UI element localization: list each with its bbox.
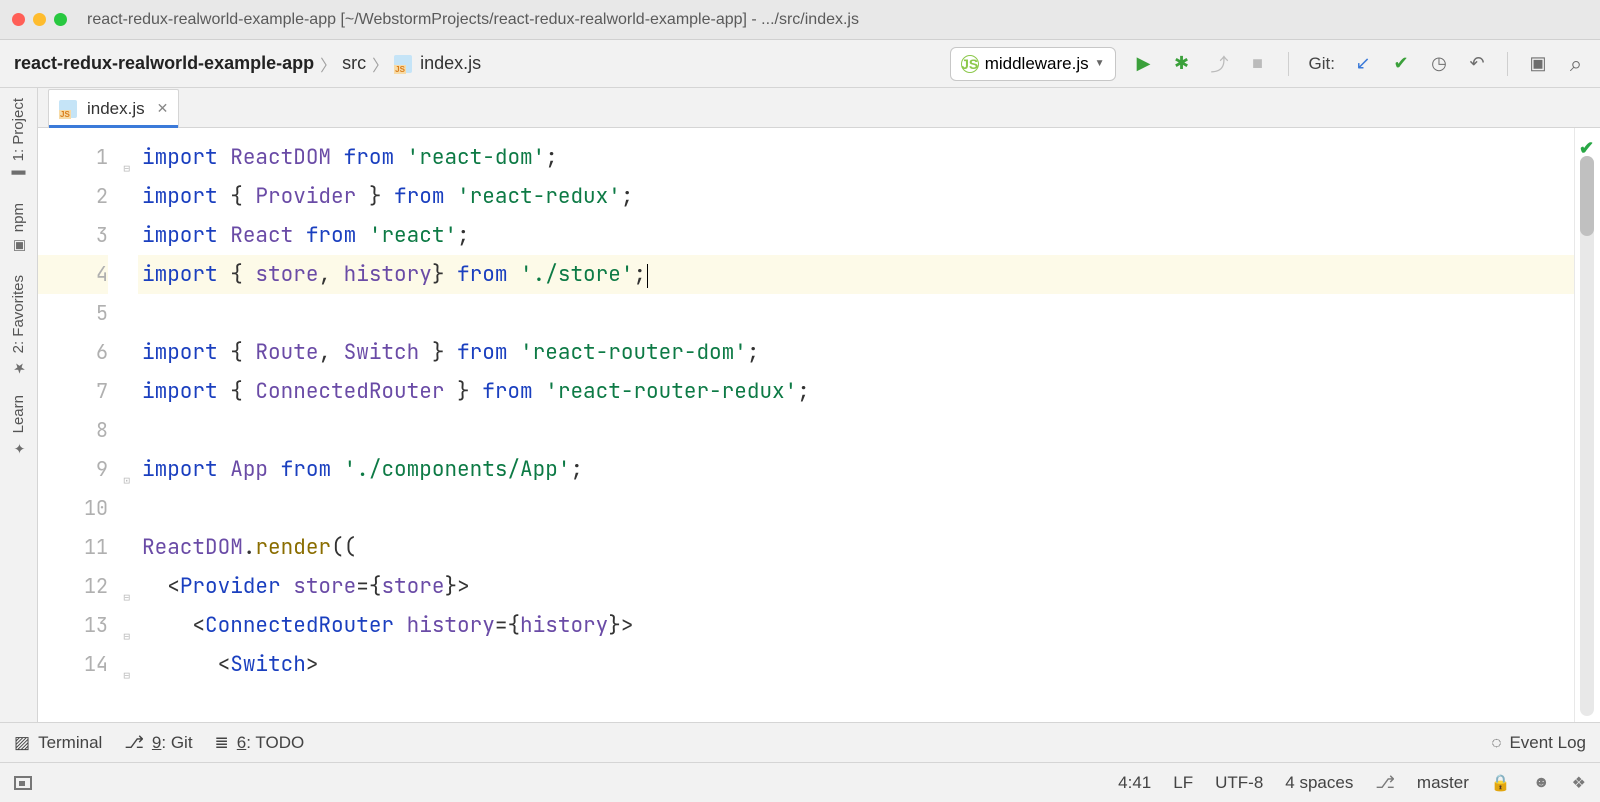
git-tool-button[interactable]: ⎇ 9: Git — [124, 733, 192, 753]
project-tool-button[interactable]: ▬ 1: Project — [10, 98, 27, 183]
fold-icon[interactable]: ⊟ — [123, 579, 130, 618]
coverage-icon[interactable]: ⤴ — [1210, 54, 1230, 74]
npm-tool-button[interactable]: ▣ npm — [10, 203, 27, 254]
search-icon[interactable]: ⌕ — [1566, 54, 1586, 74]
gutter-line[interactable]: 2 — [38, 177, 108, 216]
window-title: react-redux-realworld-example-app [~/Web… — [87, 11, 859, 29]
close-tab-icon[interactable]: ✕ — [157, 100, 169, 117]
line-separator[interactable]: LF — [1173, 773, 1193, 793]
js-file-icon — [394, 55, 412, 73]
breadcrumb-mid[interactable]: src — [342, 53, 366, 74]
editor-body[interactable]: 1⊟ 2 3 4 5 6 7 8 9⊡ 10 11 12⊟ 13⊟ 14⊟ im… — [38, 128, 1600, 722]
revert-icon[interactable]: ↶ — [1467, 54, 1487, 74]
separator — [1288, 52, 1289, 76]
todo-tool-button[interactable]: ≣ 6: TODO — [215, 733, 305, 753]
inspector-icon[interactable]: ☻ — [1533, 774, 1550, 792]
breadcrumb[interactable]: react-redux-realworld-example-app 〉 src … — [14, 52, 481, 76]
toolbar: react-redux-realworld-example-app 〉 src … — [0, 40, 1600, 88]
speech-bubble-icon: ◌ — [1491, 733, 1501, 753]
breadcrumb-root[interactable]: react-redux-realworld-example-app — [14, 53, 314, 74]
terminal-tool-button[interactable]: ▨ Terminal — [14, 733, 102, 753]
breadcrumb-separator: 〉 — [372, 52, 388, 76]
gutter-line[interactable]: 4 — [38, 255, 108, 294]
branch-icon: ⎇ — [1375, 773, 1395, 793]
learn-tool-button[interactable]: ✦ Learn — [10, 395, 27, 455]
breadcrumb-leaf[interactable]: index.js — [420, 53, 481, 74]
gutter-line[interactable]: 5 — [38, 294, 108, 333]
breadcrumb-separator: 〉 — [320, 52, 336, 76]
fold-icon[interactable]: ⊡ — [123, 462, 130, 501]
gutter-line[interactable]: 1⊟ — [38, 138, 108, 177]
run-config-dropdown[interactable]: JS middleware.js ▼ — [950, 47, 1116, 81]
gutter-line[interactable]: 3 — [38, 216, 108, 255]
gutter-line[interactable]: 7 — [38, 372, 108, 411]
separator — [1507, 52, 1508, 76]
text-caret — [647, 264, 648, 288]
memory-icon[interactable]: ❖ — [1572, 773, 1586, 793]
gutter-line[interactable]: 10 — [38, 489, 108, 528]
editor-tab-indexjs[interactable]: index.js ✕ — [48, 89, 179, 127]
left-tool-strip: ▬ 1: Project ▣ npm ★ 2: Favorites ✦ Lear… — [0, 88, 38, 722]
cursor-position[interactable]: 4:41 — [1118, 773, 1151, 793]
gutter[interactable]: 1⊟ 2 3 4 5 6 7 8 9⊡ 10 11 12⊟ 13⊟ 14⊟ — [38, 128, 138, 722]
main-area: ▬ 1: Project ▣ npm ★ 2: Favorites ✦ Lear… — [0, 88, 1600, 722]
editor-column: index.js ✕ 1⊟ 2 3 4 5 6 7 8 9⊡ 10 11 12⊟… — [38, 88, 1600, 722]
terminal-icon: ▨ — [14, 733, 30, 753]
gutter-line[interactable]: 14⊟ — [38, 645, 108, 684]
right-gutter: ✔ — [1574, 128, 1600, 722]
lock-icon[interactable]: 🔒 — [1491, 773, 1511, 793]
git-branch[interactable]: master — [1417, 773, 1469, 793]
fold-icon[interactable]: ⊟ — [123, 618, 130, 657]
star-icon: ★ — [11, 359, 27, 375]
event-log-button[interactable]: ◌ Event Log — [1491, 733, 1586, 753]
git-commit-icon[interactable]: ✔ — [1391, 54, 1411, 74]
git-history-icon[interactable]: ◷ — [1429, 54, 1449, 74]
folder-icon: ▬ — [11, 167, 27, 183]
chevron-down-icon: ▼ — [1095, 58, 1105, 69]
stop-icon[interactable]: ■ — [1248, 54, 1268, 74]
bottom-tool-bar: ▨ Terminal ⎇ 9: Git ≣ 6: TODO ◌ Event Lo… — [0, 722, 1600, 762]
debug-icon[interactable]: ✱ — [1172, 54, 1192, 74]
gutter-line[interactable]: 8 — [38, 411, 108, 450]
gutter-line[interactable]: 6 — [38, 333, 108, 372]
minimize-window-button[interactable] — [33, 13, 46, 26]
favorites-tool-button[interactable]: ★ 2: Favorites — [10, 275, 27, 375]
list-icon: ≣ — [215, 733, 229, 753]
indent-setting[interactable]: 4 spaces — [1285, 773, 1353, 793]
window-picker-icon[interactable] — [14, 776, 32, 790]
toolbar-actions: ▶ ✱ ⤴ ■ Git: ↙ ✔ ◷ ↶ ▣ ⌕ — [1134, 52, 1586, 76]
gutter-line[interactable]: 9⊡ — [38, 450, 108, 489]
fold-icon[interactable]: ⊟ — [123, 150, 130, 189]
fold-icon[interactable]: ⊟ — [123, 657, 130, 696]
close-window-button[interactable] — [12, 13, 25, 26]
scrollbar-thumb[interactable] — [1580, 156, 1594, 236]
npm-icon: ▣ — [11, 239, 27, 255]
gutter-line[interactable]: 11 — [38, 528, 108, 567]
editor-tabs: index.js ✕ — [38, 88, 1600, 128]
branch-icon: ⎇ — [124, 733, 144, 753]
window-controls — [12, 13, 67, 26]
presentation-icon[interactable]: ▣ — [1528, 54, 1548, 74]
js-file-icon — [59, 100, 77, 118]
git-pull-icon[interactable]: ↙ — [1353, 54, 1373, 74]
run-icon[interactable]: ▶ — [1134, 54, 1154, 74]
tab-label: index.js — [87, 99, 145, 119]
gutter-line[interactable]: 12⊟ — [38, 567, 108, 606]
gutter-line[interactable]: 13⊟ — [38, 606, 108, 645]
git-label: Git: — [1309, 54, 1335, 74]
run-config-name: middleware.js — [985, 54, 1089, 74]
book-icon: ✦ — [11, 439, 27, 455]
nodejs-icon: JS — [961, 55, 979, 73]
file-encoding[interactable]: UTF-8 — [1215, 773, 1263, 793]
status-bar: 4:41 LF UTF-8 4 spaces ⎇ master 🔒 ☻ ❖ — [0, 762, 1600, 802]
maximize-window-button[interactable] — [54, 13, 67, 26]
titlebar: react-redux-realworld-example-app [~/Web… — [0, 0, 1600, 40]
scrollbar-track[interactable] — [1580, 156, 1594, 716]
code-editor[interactable]: import ReactDOM from 'react-dom'; import… — [138, 128, 1574, 722]
